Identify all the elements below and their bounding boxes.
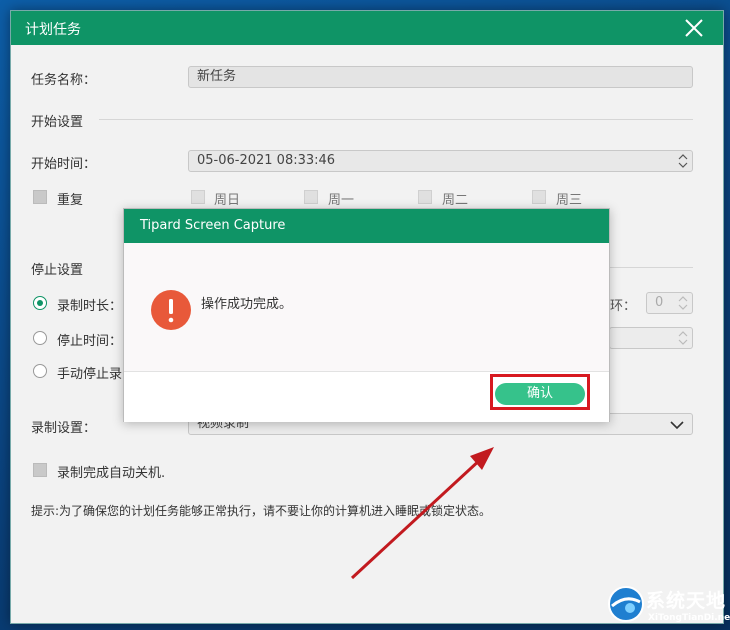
day-checkbox-sunday[interactable] bbox=[191, 190, 205, 204]
auto-shutdown-label: 录制完成自动关机. bbox=[57, 466, 166, 481]
start-time-input[interactable]: 05-06-2021 08:33:46 bbox=[188, 150, 693, 172]
dialog-message: 操作成功完成。 bbox=[201, 297, 293, 312]
stop-time-radio[interactable] bbox=[33, 331, 47, 345]
section-divider bbox=[609, 267, 693, 268]
loop-value: 0 bbox=[655, 295, 664, 310]
watermark-brand: 系统天地 bbox=[646, 590, 727, 612]
hint-text: 提示:为了确保您的计划任务能够正常执行，请不要让你的计算机进入睡眠或锁定状态。 bbox=[31, 504, 492, 518]
day-label-wednesday: 周三 bbox=[556, 193, 583, 208]
day-checkbox-wednesday[interactable] bbox=[532, 190, 546, 204]
day-checkbox-tuesday[interactable] bbox=[418, 190, 432, 204]
stop-duration-label: 录制时长： bbox=[57, 299, 123, 314]
day-checkbox-monday[interactable] bbox=[304, 190, 318, 204]
stop-time-label: 停止时间： bbox=[57, 334, 123, 349]
stop-duration-radio[interactable] bbox=[33, 296, 47, 310]
spinner-icon[interactable] bbox=[678, 329, 688, 347]
window-titlebar: 计划任务 bbox=[11, 11, 723, 45]
repeat-label: 重复 bbox=[57, 193, 84, 208]
task-name-label: 任务名称： bbox=[31, 73, 97, 88]
manual-stop-label: 手动停止录 bbox=[57, 367, 123, 382]
dialog-footer: 确认 bbox=[124, 371, 609, 422]
repeat-checkbox[interactable] bbox=[33, 190, 47, 204]
dialog-title: Tipard Screen Capture bbox=[124, 209, 609, 243]
record-settings-label: 录制设置： bbox=[31, 421, 97, 436]
start-time-value: 05-06-2021 08:33:46 bbox=[197, 153, 336, 168]
watermark-url: XiTongTianDi.net bbox=[648, 613, 730, 623]
loop-input[interactable]: 0 bbox=[646, 292, 693, 314]
spinner-icon[interactable] bbox=[678, 152, 688, 170]
day-label-sunday: 周日 bbox=[214, 193, 241, 208]
stop-time-input[interactable] bbox=[609, 327, 693, 349]
confirm-button[interactable]: 确认 bbox=[495, 383, 585, 405]
exclamation-icon bbox=[151, 290, 191, 330]
manual-stop-radio[interactable] bbox=[33, 364, 47, 378]
success-dialog: Tipard Screen Capture 操作成功完成。 确认 bbox=[123, 208, 610, 422]
globe-logo-icon bbox=[608, 586, 644, 622]
watermark: 系统天地 XiTongTianDi.net bbox=[598, 580, 730, 630]
spinner-icon[interactable] bbox=[678, 294, 688, 312]
window-title: 计划任务 bbox=[25, 22, 81, 38]
stop-section-title: 停止设置 bbox=[31, 263, 84, 278]
close-icon[interactable] bbox=[683, 17, 705, 39]
start-time-label: 开始时间： bbox=[31, 157, 97, 172]
dialog-body: 操作成功完成。 bbox=[124, 243, 609, 371]
start-section-title: 开始设置 bbox=[31, 115, 84, 130]
auto-shutdown-checkbox[interactable] bbox=[33, 463, 47, 477]
chevron-down-icon bbox=[670, 418, 684, 430]
day-label-tuesday: 周二 bbox=[442, 193, 469, 208]
task-name-input[interactable]: 新任务 bbox=[188, 66, 693, 88]
day-label-monday: 周一 bbox=[328, 193, 355, 208]
section-divider bbox=[99, 119, 693, 120]
